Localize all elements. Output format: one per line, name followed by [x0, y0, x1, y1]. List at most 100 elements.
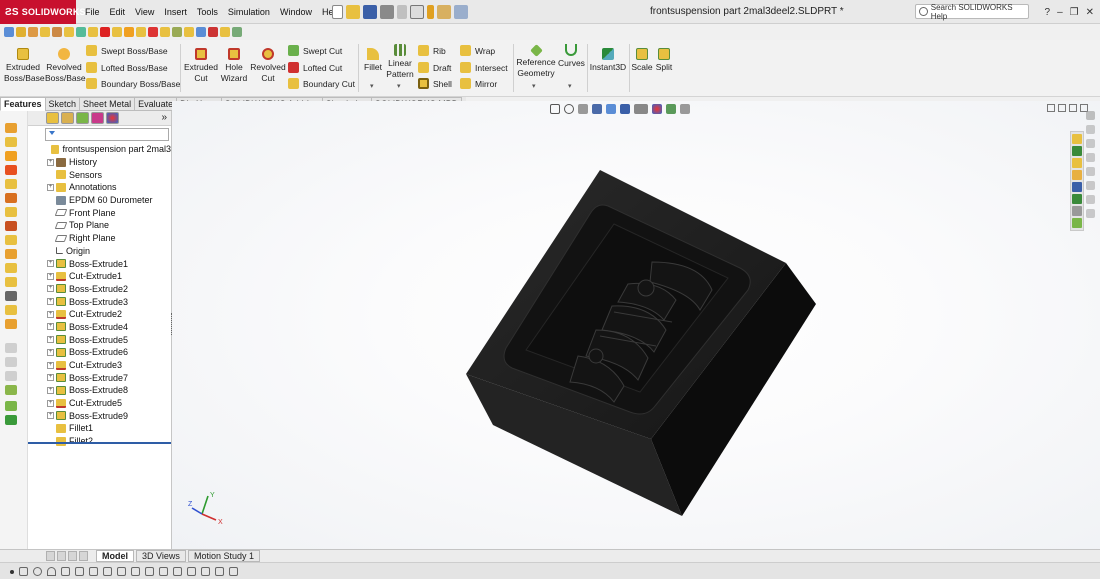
- swept-boss-button[interactable]: Swept Boss/Base: [86, 44, 168, 57]
- curves-dropdown-icon[interactable]: ▾: [568, 82, 572, 90]
- menu-simulation[interactable]: Simulation: [223, 7, 275, 17]
- save-icon[interactable]: [363, 5, 377, 19]
- tree-node-boss-extrude2[interactable]: + Boss-Extrude2: [28, 283, 171, 296]
- graphics-area[interactable]: [172, 101, 1100, 549]
- reference-dropdown-icon[interactable]: ▾: [532, 82, 536, 90]
- expand-toggle-icon[interactable]: +: [47, 374, 54, 382]
- feature-icon[interactable]: [136, 27, 146, 37]
- dimension-icon[interactable]: [201, 567, 210, 576]
- feature-icon[interactable]: [196, 27, 206, 37]
- construction-icon[interactable]: [187, 567, 196, 576]
- draft-icon[interactable]: [5, 235, 17, 245]
- relation-icon[interactable]: [215, 567, 224, 576]
- lofted-cut-button[interactable]: Lofted Cut: [288, 61, 342, 74]
- configuration-tab-icon[interactable]: [76, 112, 89, 124]
- slot-icon[interactable]: [159, 567, 168, 576]
- circle-icon[interactable]: [33, 567, 42, 576]
- tool-icon[interactable]: [1086, 209, 1095, 218]
- menu-window[interactable]: Window: [275, 7, 317, 17]
- pattern-icon[interactable]: [5, 263, 17, 273]
- chamfer-icon[interactable]: [5, 193, 17, 203]
- tree-node-front-plane[interactable]: Front Plane: [28, 206, 171, 219]
- linear-pattern-button[interactable]: Linear Pattern: [385, 42, 415, 80]
- expand-toggle-icon[interactable]: +: [47, 361, 54, 369]
- fillet-sketch-icon[interactable]: [145, 567, 154, 576]
- split-icon[interactable]: [5, 319, 17, 329]
- help-question-icon[interactable]: ?: [1045, 7, 1051, 18]
- scale-button[interactable]: Scale: [631, 46, 653, 73]
- undo-icon[interactable]: [397, 5, 407, 19]
- expand-toggle-icon[interactable]: +: [47, 310, 54, 318]
- extruded-cut-button[interactable]: Extruded Cut: [183, 46, 219, 84]
- resources-icon[interactable]: [1072, 146, 1082, 156]
- tree-node-epdm-60-durometer[interactable]: EPDM 60 Durometer: [28, 194, 171, 207]
- feature-icon[interactable]: [76, 27, 86, 37]
- dimxpert-tab-icon[interactable]: [91, 112, 104, 124]
- tab-evaluate[interactable]: Evaluate: [134, 97, 178, 111]
- tree-node-boss-extrude8[interactable]: + Boss-Extrude8: [28, 384, 171, 397]
- tab-features[interactable]: Features: [0, 97, 46, 111]
- tab-motion-study[interactable]: Motion Study 1: [188, 550, 261, 562]
- rib-button[interactable]: Rib: [418, 44, 446, 57]
- file-properties-icon[interactable]: [437, 5, 451, 19]
- tree-node-boss-extrude4[interactable]: + Boss-Extrude4: [28, 321, 171, 334]
- tree-node-boss-extrude6[interactable]: + Boss-Extrude6: [28, 346, 171, 359]
- rebuild-icon[interactable]: [427, 5, 434, 19]
- mirror-icon[interactable]: [5, 249, 17, 259]
- line-icon[interactable]: [19, 567, 28, 576]
- mirror-entities-icon[interactable]: [131, 567, 140, 576]
- tree-node-history[interactable]: + History: [28, 156, 171, 169]
- minimize-icon[interactable]: –: [1057, 7, 1063, 18]
- help-search-input[interactable]: Search SOLIDWORKS Help: [915, 3, 1029, 21]
- menu-file[interactable]: File: [80, 7, 105, 17]
- feature-icon[interactable]: [172, 27, 182, 37]
- point-icon[interactable]: [10, 569, 14, 574]
- feature-icon[interactable]: [52, 27, 62, 37]
- feature-icon[interactable]: [124, 27, 134, 37]
- tab-sheet-metal[interactable]: Sheet Metal: [79, 97, 136, 111]
- expand-toggle-icon[interactable]: +: [47, 272, 54, 280]
- tree-node-cut-extrude2[interactable]: + Cut-Extrude2: [28, 308, 171, 321]
- cut-icon[interactable]: [5, 165, 17, 175]
- hole-wizard-button[interactable]: Hole Wizard: [219, 46, 249, 84]
- trim-icon[interactable]: [61, 567, 70, 576]
- menu-view[interactable]: View: [130, 7, 159, 17]
- plane-icon[interactable]: [5, 401, 17, 411]
- solidworks-logo[interactable]: ƧS SOLIDWORKS: [0, 0, 86, 24]
- feature-tree-tab-icon[interactable]: [46, 112, 59, 124]
- view-palette-icon[interactable]: [1072, 182, 1082, 192]
- hole-icon[interactable]: [5, 277, 17, 287]
- pattern-dropdown-icon[interactable]: ▾: [397, 82, 401, 90]
- feature-icon[interactable]: [160, 27, 170, 37]
- lofted-boss-button[interactable]: Lofted Boss/Base: [86, 61, 168, 74]
- wrap-icon[interactable]: [5, 305, 17, 315]
- tree-node-boss-extrude5[interactable]: + Boss-Extrude5: [28, 333, 171, 346]
- tree-filter-input[interactable]: [45, 128, 169, 141]
- revolve-icon[interactable]: [5, 151, 17, 161]
- feature-icon[interactable]: [232, 27, 242, 37]
- expand-toggle-icon[interactable]: +: [47, 399, 54, 407]
- menu-edit[interactable]: Edit: [105, 7, 131, 17]
- feature-icon[interactable]: [148, 27, 158, 37]
- tool-icon[interactable]: [1086, 125, 1095, 134]
- property-manager-tab-icon[interactable]: [61, 112, 74, 124]
- expand-toggle-icon[interactable]: +: [47, 183, 54, 191]
- swept-cut-button[interactable]: Swept Cut: [288, 44, 342, 57]
- select-arrow-icon[interactable]: [410, 5, 424, 19]
- feature-icon[interactable]: [100, 27, 110, 37]
- tree-node-boss-extrude7[interactable]: + Boss-Extrude7: [28, 371, 171, 384]
- tree-node-boss-extrude3[interactable]: + Boss-Extrude3: [28, 295, 171, 308]
- centerline-icon[interactable]: [173, 567, 182, 576]
- feature-icon[interactable]: [184, 27, 194, 37]
- tree-node-cut-extrude1[interactable]: + Cut-Extrude1: [28, 270, 171, 283]
- close-icon[interactable]: ✕: [1086, 7, 1094, 18]
- mirror-button[interactable]: Mirror: [460, 77, 497, 90]
- extruded-boss-button[interactable]: Extruded Boss/Base: [4, 46, 45, 84]
- relation-icon[interactable]: [28, 27, 38, 37]
- rectangle-icon[interactable]: [103, 567, 112, 576]
- sketch-tool-icon[interactable]: [4, 27, 14, 37]
- reference-geometry-button[interactable]: Reference Geometry: [516, 42, 556, 79]
- rib-icon[interactable]: [5, 221, 17, 231]
- dome-icon[interactable]: [5, 291, 17, 301]
- design-library-icon[interactable]: [1072, 158, 1082, 168]
